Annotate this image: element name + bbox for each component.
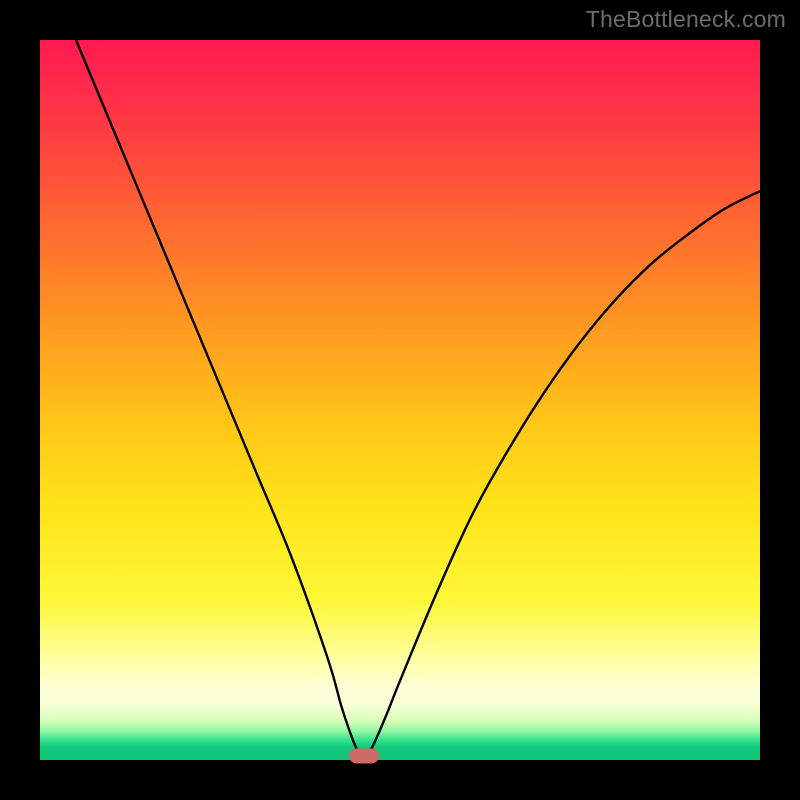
chart-frame: TheBottleneck.com [0, 0, 800, 800]
optimum-marker [349, 749, 379, 764]
bottleneck-curve [40, 40, 760, 760]
plot-area [40, 40, 760, 760]
watermark-text: TheBottleneck.com [586, 6, 786, 33]
